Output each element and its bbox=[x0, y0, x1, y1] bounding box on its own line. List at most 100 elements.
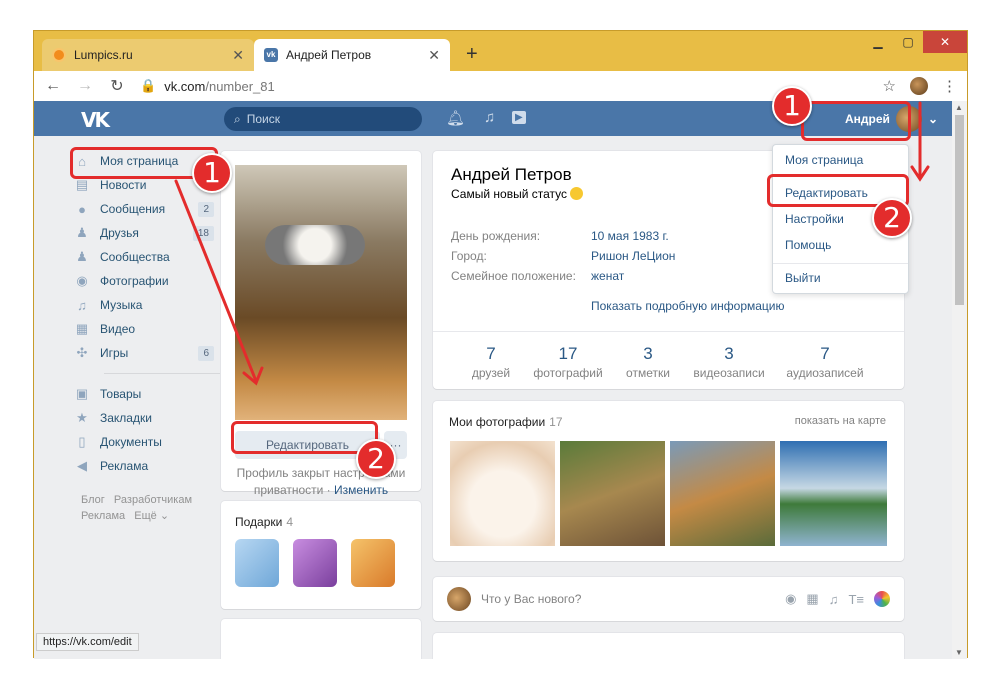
bell-icon[interactable]: 🔔︎ bbox=[446, 109, 465, 127]
sidebar-item-goods[interactable]: ▣ Товары bbox=[74, 382, 214, 406]
profile-status[interactable]: Самый новый статус bbox=[451, 187, 584, 201]
reload-icon[interactable]: ↻ bbox=[108, 76, 126, 96]
counter-audio[interactable]: 7 аудиозаписей bbox=[785, 344, 865, 380]
counter-label: аудиозаписей bbox=[786, 366, 864, 380]
gifts-title[interactable]: Подарки 4 bbox=[235, 515, 293, 529]
photo-thumbnail[interactable] bbox=[560, 441, 665, 546]
scroll-up-icon[interactable]: ▲ bbox=[955, 103, 963, 112]
groups-icon: ♟ bbox=[76, 249, 88, 264]
counter-photos[interactable]: 17 фотографий bbox=[533, 344, 603, 380]
music-icon[interactable]: ♫ bbox=[484, 109, 495, 126]
info-value[interactable]: Ришон ЛеЦион bbox=[591, 249, 675, 263]
gift-item[interactable] bbox=[293, 539, 337, 587]
video-icon[interactable]: ▦ bbox=[806, 591, 818, 607]
menu-item-help[interactable]: Помощь bbox=[785, 238, 831, 252]
info-key: День рождения: bbox=[451, 229, 541, 243]
photo-thumbnail[interactable] bbox=[670, 441, 775, 546]
counter-label: отметки bbox=[626, 366, 670, 380]
info-value[interactable]: 10 мая 1983 г. bbox=[591, 229, 669, 243]
gift-item[interactable] bbox=[351, 539, 395, 587]
tab-vk-profile[interactable]: vk Андрей Петров ✕ bbox=[254, 39, 450, 71]
profile-avatar[interactable] bbox=[910, 77, 928, 95]
minimize-icon[interactable]: ▁ bbox=[863, 31, 893, 53]
counter-videos[interactable]: 3 видеозаписи bbox=[691, 344, 767, 380]
sidebar-item-documents[interactable]: ▯ Документы bbox=[74, 430, 214, 454]
graffiti-icon[interactable] bbox=[874, 591, 890, 607]
play-icon[interactable]: ▶ bbox=[512, 111, 526, 124]
sidebar-item-friends[interactable]: ♟ Друзья 18 bbox=[74, 221, 214, 245]
sidebar-item-photos[interactable]: ◉ Фотографии bbox=[74, 269, 214, 293]
scroll-down-icon[interactable]: ▼ bbox=[955, 648, 963, 657]
music-icon[interactable]: ♫ bbox=[829, 592, 839, 607]
sidebar-item-games[interactable]: ✣ Игры 6 bbox=[74, 341, 214, 365]
profile-photo[interactable] bbox=[235, 165, 407, 420]
sidebar-item-bookmarks[interactable]: ★ Закладки bbox=[74, 406, 214, 430]
sidebar-item-video[interactable]: ▦ Видео bbox=[74, 317, 214, 341]
sidebar-item-label: Документы bbox=[100, 435, 162, 449]
menu-item-my-page[interactable]: Моя страница bbox=[785, 153, 863, 167]
info-value[interactable]: женат bbox=[591, 269, 624, 283]
close-tab-icon[interactable]: ✕ bbox=[428, 47, 440, 64]
forward-icon[interactable]: → bbox=[76, 77, 94, 95]
footer-links[interactable]: Блог Разработчикам bbox=[81, 492, 214, 508]
count-badge: 6 bbox=[198, 345, 214, 361]
star-icon: ★ bbox=[76, 410, 88, 425]
info-row-city: Город: Ришон ЛеЦион bbox=[451, 249, 675, 263]
sidebar-item-label: Сообщения bbox=[100, 202, 166, 216]
composer-input[interactable]: Что у Вас нового? bbox=[481, 592, 775, 606]
info-key: Город: bbox=[451, 249, 487, 263]
browser-toolbar: ← → ↻ 🔒 vk.com/number_81 ☆ ⋮ bbox=[34, 71, 967, 101]
sidebar-item-music[interactable]: ♫ Музыка bbox=[74, 293, 214, 317]
address-bar[interactable]: 🔒 vk.com/number_81 bbox=[140, 78, 869, 94]
sidebar-footer[interactable]: Блог Разработчикам Реклама Ещё ⌄ bbox=[74, 492, 214, 524]
close-window-icon[interactable]: ✕ bbox=[923, 31, 967, 53]
photos-count: 17 bbox=[549, 415, 563, 429]
photos-card: Мои фотографии 17 показать на карте bbox=[433, 401, 904, 561]
shopping-bag-icon: ▣ bbox=[75, 386, 89, 401]
menu-item-logout[interactable]: Выйти bbox=[785, 271, 821, 285]
counter-label: друзей bbox=[471, 366, 511, 380]
back-icon[interactable]: ← bbox=[44, 77, 62, 95]
gift-item[interactable] bbox=[235, 539, 279, 587]
smile-emoji-icon bbox=[570, 187, 584, 200]
privacy-change-link[interactable]: Изменить bbox=[334, 483, 388, 497]
photo-thumbnail[interactable] bbox=[780, 441, 887, 546]
post-composer-card: Что у Вас нового? ◉ ▦ ♫ T≡ bbox=[433, 577, 904, 621]
footer-links[interactable]: Реклама Ещё ⌄ bbox=[81, 508, 214, 524]
step-badge-1-left: 1 bbox=[192, 153, 232, 193]
vk-logo[interactable]: VK bbox=[81, 108, 110, 132]
bookmark-star-icon[interactable]: ☆ bbox=[883, 77, 896, 95]
show-on-map-link[interactable]: показать на карте bbox=[795, 415, 886, 427]
window-controls: ▁ ▢ ✕ bbox=[863, 31, 967, 53]
close-tab-icon[interactable]: ✕ bbox=[232, 47, 244, 64]
camera-icon[interactable]: ◉ bbox=[785, 591, 796, 607]
chevron-down-icon: ⌄ bbox=[927, 111, 938, 126]
counter-friends[interactable]: 7 друзей bbox=[471, 344, 511, 380]
sidebar-item-ads[interactable]: ◀ Реклама bbox=[74, 454, 214, 478]
show-more-info-link[interactable]: Показать подробную информацию bbox=[591, 299, 785, 313]
profile-name: Андрей Петров bbox=[451, 165, 572, 184]
search-placeholder: Поиск bbox=[246, 112, 280, 126]
new-tab-button[interactable]: + bbox=[466, 43, 478, 66]
info-row-birthday: День рождения: 10 мая 1983 г. bbox=[451, 229, 669, 243]
sidebar-divider bbox=[104, 373, 224, 374]
profile-counters: 7 друзей 17 фотографий 3 отметки 3 видеозапи… bbox=[433, 331, 904, 389]
sidebar-item-label: Музыка bbox=[100, 298, 143, 312]
menu-kebab-icon[interactable]: ⋮ bbox=[942, 77, 957, 95]
left-sidebar: ⌂ Моя страница ▤ Новости ● Сообщения 2 ♟ Друз… bbox=[74, 149, 224, 524]
scrollbar-thumb[interactable] bbox=[955, 115, 964, 305]
text-format-icon[interactable]: T≡ bbox=[848, 592, 864, 607]
maximize-icon[interactable]: ▢ bbox=[893, 31, 923, 53]
menu-item-settings[interactable]: Настройки bbox=[785, 212, 844, 226]
sidebar-item-label: Товары bbox=[100, 387, 142, 401]
sidebar-item-messages[interactable]: ● Сообщения 2 bbox=[74, 197, 214, 221]
sidebar-item-groups[interactable]: ♟ Сообщества bbox=[74, 245, 214, 269]
page-scrollbar[interactable]: ▲ ▼ bbox=[952, 101, 967, 659]
counter-number: 7 bbox=[486, 344, 496, 363]
photo-thumbnail[interactable] bbox=[450, 441, 555, 546]
tab-lumpics[interactable]: Lumpics.ru ✕ bbox=[42, 39, 254, 71]
next-card bbox=[221, 619, 421, 659]
counter-tags[interactable]: 3 отметки bbox=[623, 344, 673, 380]
search-input[interactable]: ⌕ Поиск bbox=[224, 107, 422, 131]
photos-title[interactable]: Мои фотографии 17 bbox=[449, 415, 563, 429]
